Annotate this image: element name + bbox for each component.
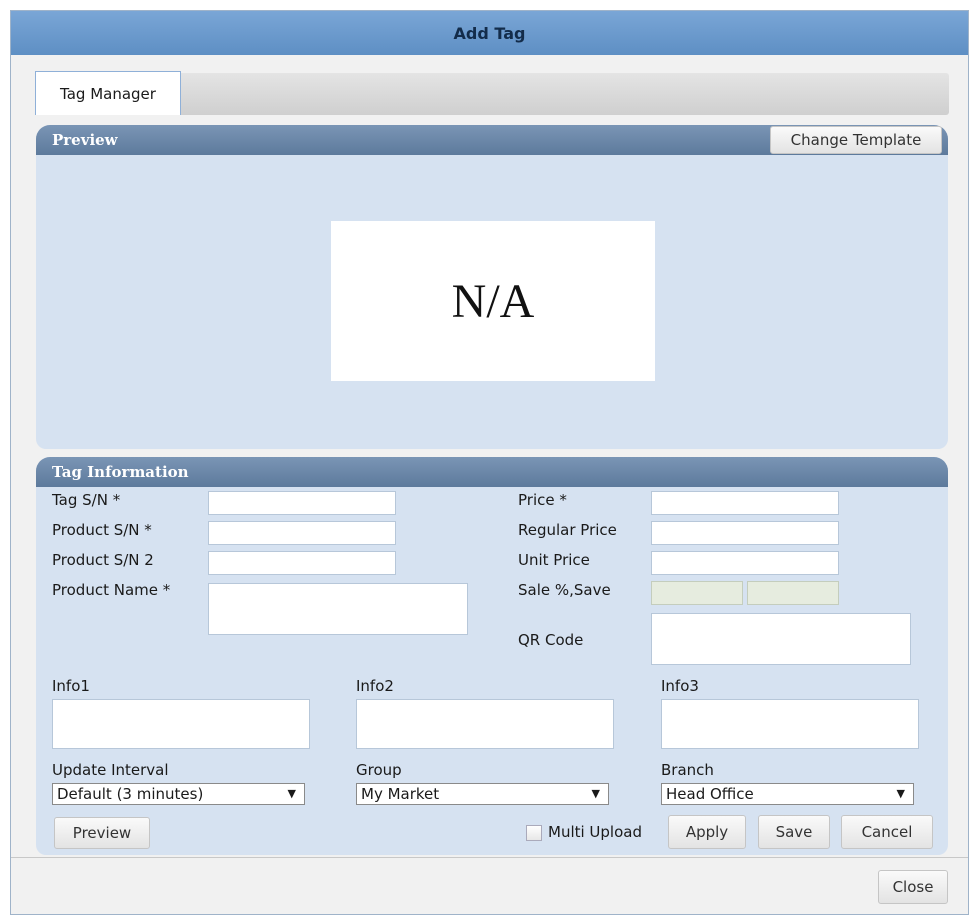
tab-tag-manager[interactable]: Tag Manager: [35, 71, 181, 115]
preview-panel: Preview Change Template N/A: [36, 125, 948, 449]
branch-label: Branch: [661, 761, 714, 779]
dialog-title: Add Tag: [11, 11, 968, 55]
preview-panel-header: Preview Change Template: [36, 125, 948, 155]
info3-input[interactable]: [661, 699, 919, 749]
info1-label: Info1: [52, 677, 90, 695]
info1-input[interactable]: [52, 699, 310, 749]
unit-price-label: Unit Price: [518, 551, 590, 569]
save-button[interactable]: Save: [758, 815, 830, 849]
info3-label: Info3: [661, 677, 699, 695]
add-tag-dialog: Add Tag Tag Manager Preview Change Templ…: [10, 10, 969, 915]
group-select[interactable]: My Market ▼: [356, 783, 609, 805]
product-sn2-label: Product S/N 2: [52, 551, 154, 569]
update-interval-label: Update Interval: [52, 761, 169, 779]
tag-information-panel: Tag Information Tag S/N * Product S/N * …: [36, 457, 948, 855]
close-button[interactable]: Close: [878, 870, 948, 904]
sale-percent-input: [651, 581, 743, 605]
preview-button[interactable]: Preview: [54, 817, 150, 849]
update-interval-value: Default (3 minutes): [57, 785, 204, 803]
tag-information-title: Tag Information: [52, 463, 189, 481]
product-sn-input[interactable]: [208, 521, 396, 545]
tab-bar: Tag Manager: [35, 71, 949, 115]
dialog-footer: Close: [11, 857, 968, 914]
group-value: My Market: [361, 785, 440, 803]
price-label: Price *: [518, 491, 567, 509]
qr-code-input[interactable]: [651, 613, 911, 665]
multi-upload-checkbox[interactable]: [526, 825, 542, 841]
product-sn2-input[interactable]: [208, 551, 396, 575]
dropdown-arrow-icon: ▼: [896, 787, 905, 800]
change-template-button[interactable]: Change Template: [770, 126, 942, 154]
info2-input[interactable]: [356, 699, 614, 749]
dropdown-arrow-icon: ▼: [591, 787, 600, 800]
tag-preview-image: N/A: [331, 221, 655, 381]
dropdown-arrow-icon: ▼: [287, 787, 296, 800]
unit-price-input[interactable]: [651, 551, 839, 575]
qr-code-label: QR Code: [518, 631, 584, 649]
tag-information-header: Tag Information: [36, 457, 948, 487]
regular-price-input[interactable]: [651, 521, 839, 545]
info2-label: Info2: [356, 677, 394, 695]
branch-select[interactable]: Head Office ▼: [661, 783, 914, 805]
product-name-input[interactable]: [208, 583, 468, 635]
group-label: Group: [356, 761, 402, 779]
product-sn-label: Product S/N *: [52, 521, 152, 539]
tag-sn-label: Tag S/N *: [52, 491, 121, 509]
apply-button[interactable]: Apply: [668, 815, 746, 849]
product-name-label: Product Name *: [52, 581, 171, 599]
regular-price-label: Regular Price: [518, 521, 617, 539]
save-amount-input: [747, 581, 839, 605]
branch-value: Head Office: [666, 785, 754, 803]
update-interval-select[interactable]: Default (3 minutes) ▼: [52, 783, 305, 805]
sale-save-label: Sale %,Save: [518, 581, 611, 599]
price-input[interactable]: [651, 491, 839, 515]
cancel-button[interactable]: Cancel: [841, 815, 933, 849]
multi-upload-label[interactable]: Multi Upload: [548, 823, 642, 841]
preview-panel-title: Preview: [52, 131, 118, 149]
tag-sn-input[interactable]: [208, 491, 396, 515]
